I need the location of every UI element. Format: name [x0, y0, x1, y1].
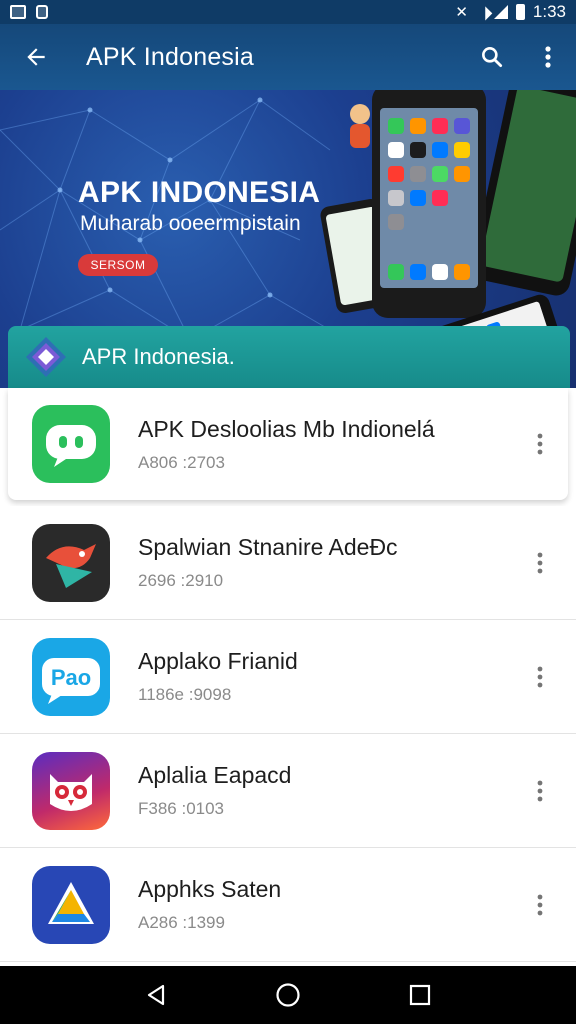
banner-subtitle: Muharab ooeermpistain — [80, 212, 301, 235]
app-notification-icon — [36, 5, 48, 19]
app-meta: F386 :0103 — [138, 799, 225, 818]
app-name: Applako Frianid — [138, 648, 298, 674]
app-list: APK Desloolias Mb Indionelá A806 :2703 S… — [0, 388, 576, 962]
more-vert-icon — [537, 552, 543, 573]
banner-button[interactable]: SERSOM — [78, 254, 158, 276]
app-meta: A286 :1399 — [138, 913, 225, 932]
item-menu-button[interactable] — [512, 535, 568, 591]
app-name: Apphks Saten — [138, 876, 282, 902]
battery-icon — [515, 4, 525, 20]
square-recents-icon — [409, 984, 431, 1006]
search-button[interactable] — [464, 24, 520, 90]
signal-icon — [493, 5, 508, 19]
item-menu-button[interactable] — [512, 416, 568, 472]
app-meta: 1186e :9098 — [138, 685, 232, 704]
section-title: APR Indonesia. — [82, 344, 235, 369]
item-menu-button[interactable] — [512, 877, 568, 933]
more-vert-icon — [537, 433, 543, 455]
item-menu-button[interactable] — [512, 763, 568, 819]
more-vert-icon — [537, 894, 543, 915]
nav-home-button[interactable] — [264, 971, 312, 1019]
app-meta: A806 :2703 — [138, 452, 225, 472]
triangle-back-icon — [147, 984, 165, 1006]
nav-back-button[interactable] — [132, 971, 180, 1019]
chat-bubble-icon — [32, 405, 110, 483]
status-time: 1:33 — [532, 2, 566, 21]
system-nav-bar — [0, 966, 576, 1024]
status-bar: ✕ 1:33 — [0, 0, 576, 24]
back-button[interactable] — [0, 24, 72, 90]
speech-bubble-icon: Pao — [32, 637, 110, 716]
banner-title: APK INDONESIA — [78, 176, 321, 209]
apk-logo-icon — [26, 337, 66, 377]
svg-text:Pao: Pao — [51, 665, 91, 690]
more-vert-icon — [537, 666, 543, 687]
list-item[interactable]: Aplalia Eapacd F386 :0103 — [0, 734, 576, 848]
item-menu-button[interactable] — [512, 649, 568, 705]
list-item[interactable]: APK Desloolias Mb Indionelá A806 :2703 — [8, 388, 568, 500]
arrow-left-icon — [27, 48, 45, 66]
overflow-menu-button[interactable] — [520, 24, 576, 90]
page-title: APK Indonesia — [86, 42, 254, 71]
no-sim-icon: ✕ — [455, 4, 468, 21]
app-name: APK Desloolias Mb Indionelá — [138, 415, 435, 442]
triangle-drive-icon — [32, 865, 110, 944]
list-item[interactable]: Pao Applako Frianid 1186e :9098 — [0, 620, 576, 734]
owl-icon — [32, 751, 110, 830]
circle-home-icon — [276, 983, 300, 1007]
nav-recents-button[interactable] — [396, 971, 444, 1019]
app-name: Aplalia Eapacd — [138, 762, 292, 788]
app-meta: 2696 :2910 — [138, 571, 224, 590]
more-vert-icon — [537, 780, 543, 801]
app-bar: APK Indonesia — [0, 24, 576, 90]
bird-icon — [32, 523, 110, 602]
list-item[interactable]: Spalwian Stnanire AdeĐc 2696 :2910 — [0, 506, 576, 620]
more-vert-icon — [545, 46, 551, 68]
list-item[interactable]: Apphks Saten A286 :1399 — [0, 848, 576, 962]
image-notification-icon — [10, 5, 26, 19]
section-header: APR Indonesia. — [8, 326, 570, 388]
app-name: Spalwian Stnanire AdeĐc — [138, 534, 398, 560]
wifi-icon — [478, 6, 493, 21]
search-icon — [482, 47, 503, 68]
